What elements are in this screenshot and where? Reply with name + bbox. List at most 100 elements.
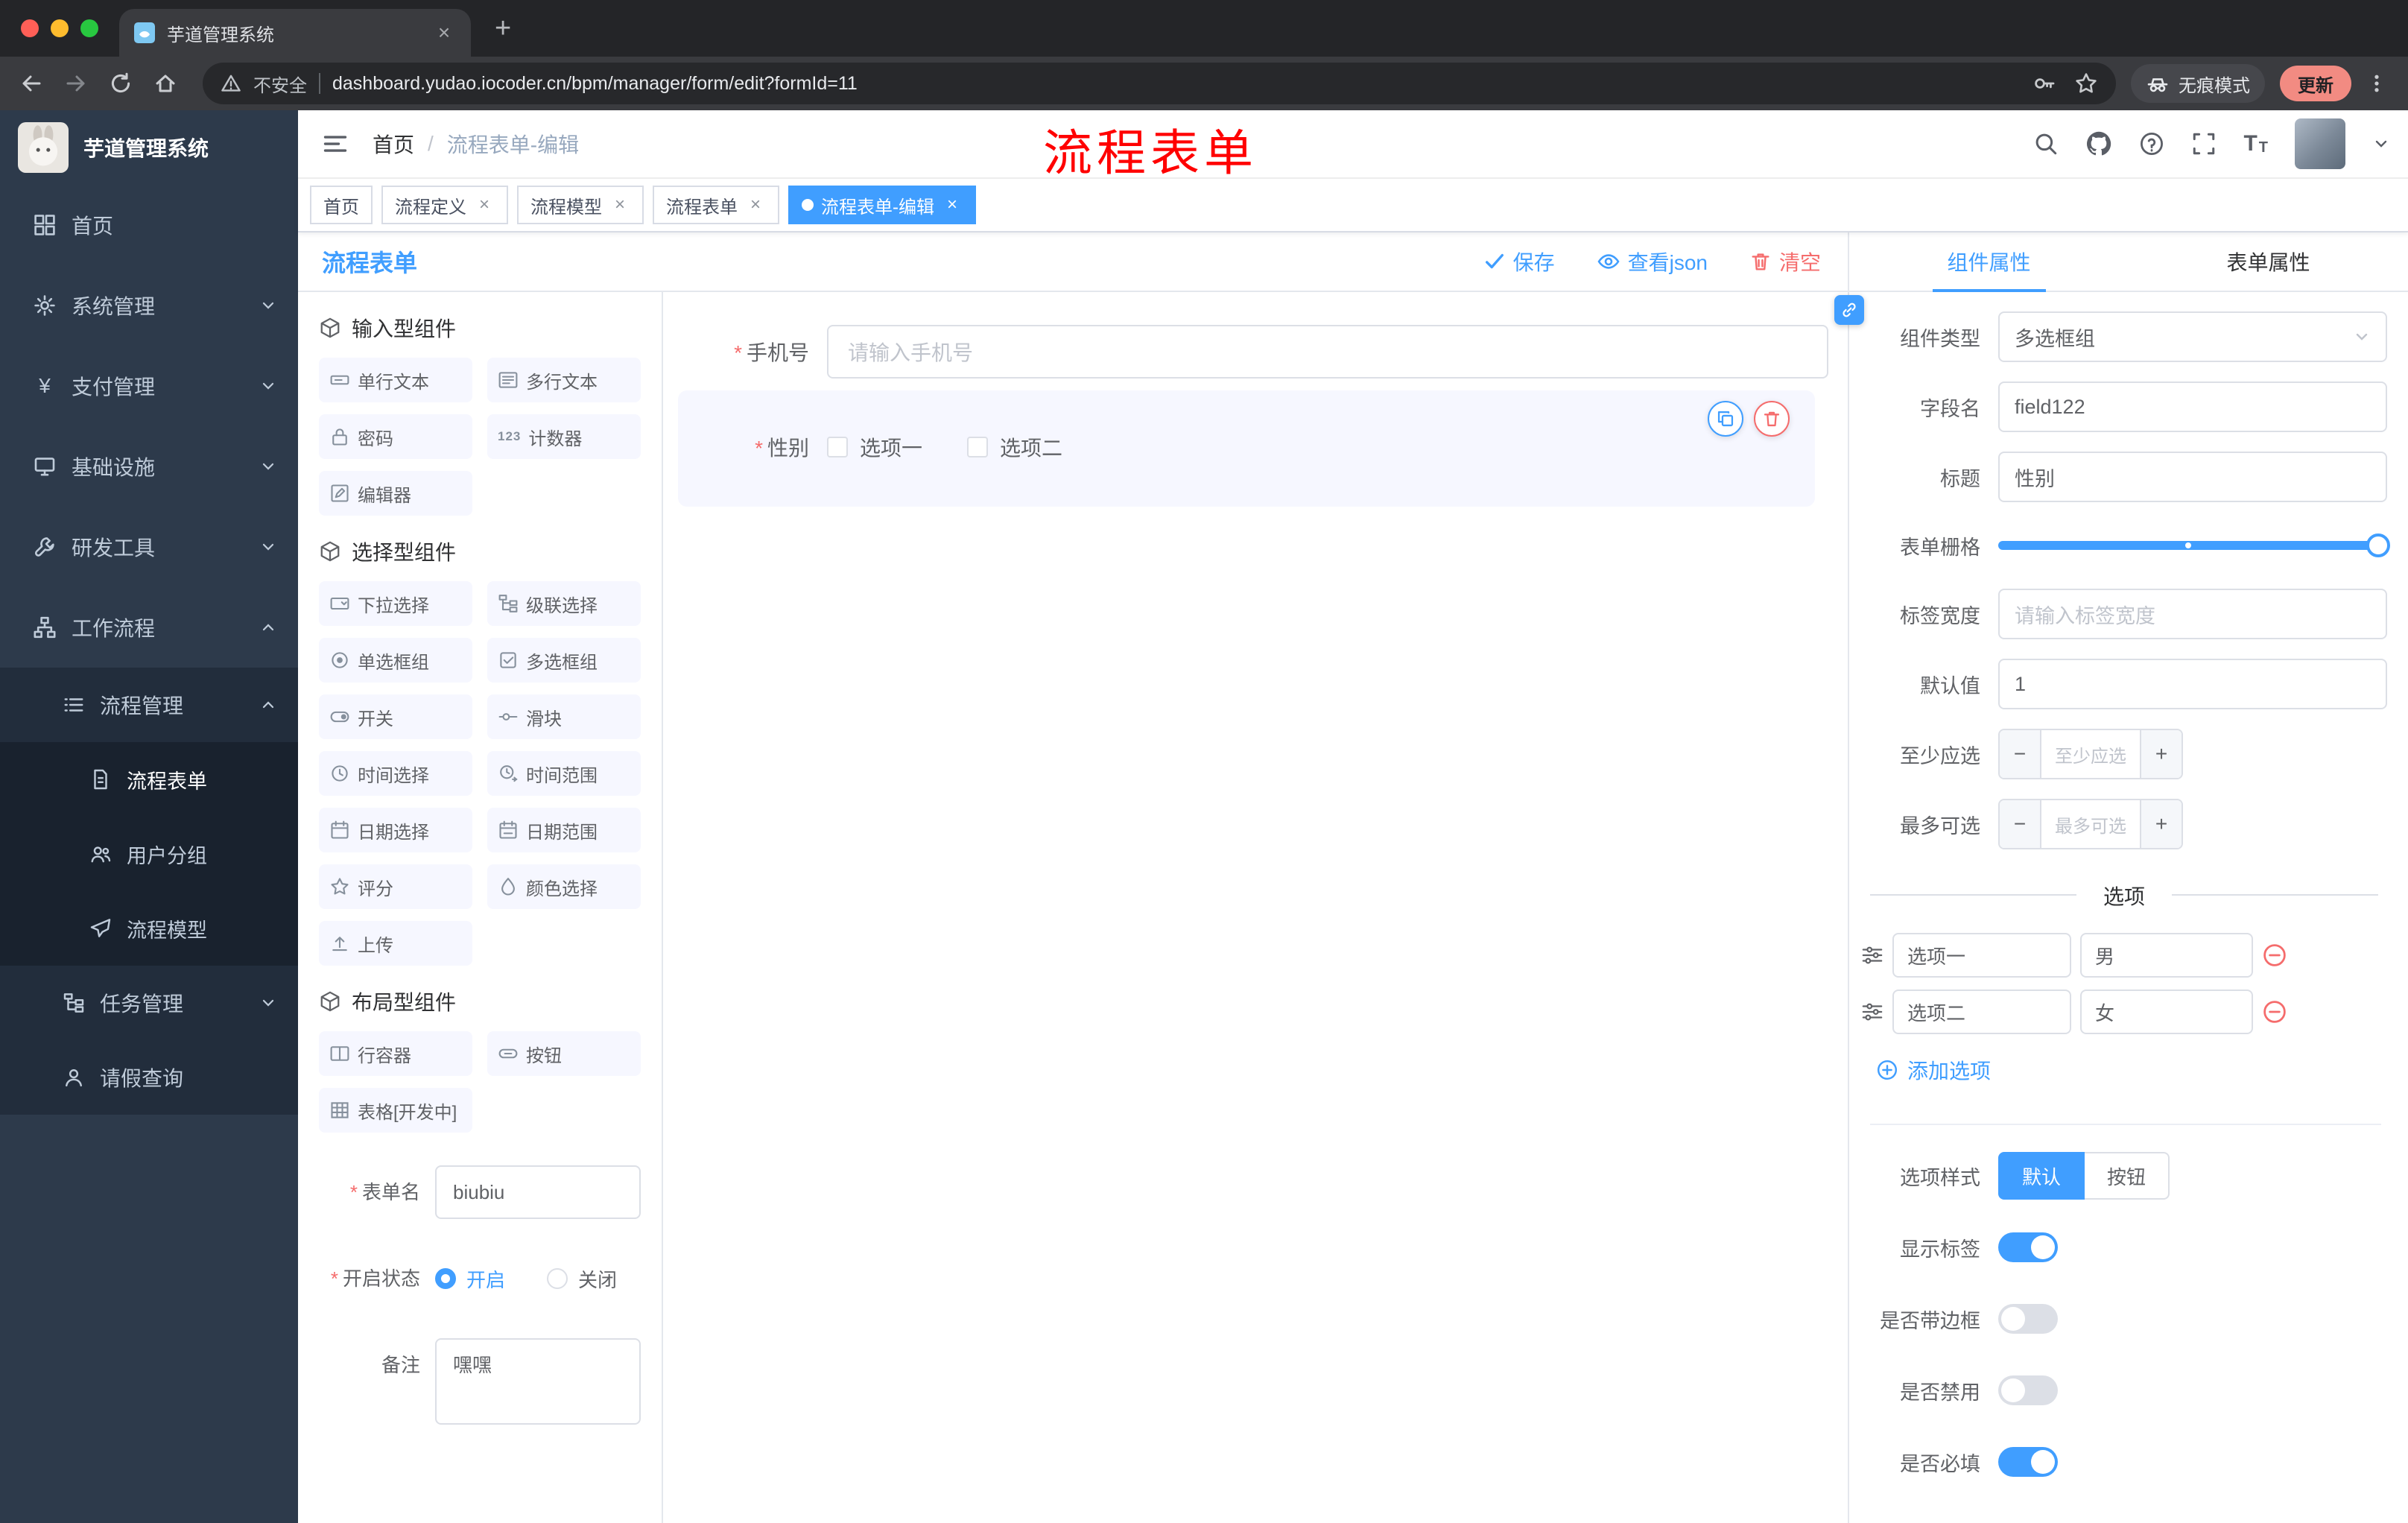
component-slider[interactable]: 滑块 <box>487 694 641 739</box>
component-password[interactable]: 密码 <box>319 414 472 459</box>
tab-component-props[interactable]: 组件属性 <box>1849 232 2129 291</box>
component-cascader[interactable]: 级联选择 <box>487 581 641 626</box>
address-bar[interactable]: 不安全 dashboard.yudao.iocoder.cn/bpm/manag… <box>203 63 2116 104</box>
min-select-stepper[interactable]: − 至少应选 + <box>1998 729 2183 779</box>
tag-close-icon[interactable]: × <box>745 194 766 215</box>
view-json-button[interactable]: 查看json <box>1597 247 1708 276</box>
option-value-input[interactable]: 女 <box>2080 990 2253 1034</box>
breadcrumb-home[interactable]: 首页 <box>373 129 414 159</box>
sidebar-item-process-management[interactable]: 流程管理 <box>0 668 298 742</box>
sidebar-item-workflow[interactable]: 工作流程 <box>0 587 298 668</box>
help-icon[interactable] <box>2139 131 2164 156</box>
gender-option-1[interactable]: 选项一 <box>827 432 922 462</box>
tag-close-icon[interactable]: × <box>942 194 963 215</box>
tag-process-definition[interactable]: 流程定义 × <box>381 186 508 224</box>
delete-widget-button[interactable] <box>1754 401 1790 437</box>
component-upload[interactable]: 上传 <box>319 921 472 966</box>
window-close-button[interactable] <box>21 19 39 37</box>
field-name-input[interactable]: field122 <box>1998 381 2387 432</box>
clear-button[interactable]: 清空 <box>1749 247 1821 276</box>
user-avatar[interactable] <box>2295 118 2345 169</box>
app-logo[interactable]: 芋道管理系统 <box>0 110 298 185</box>
bookmark-star-icon[interactable] <box>2074 72 2098 95</box>
increase-button[interactable]: + <box>2140 730 2182 778</box>
component-row-container[interactable]: 行容器 <box>319 1031 472 1076</box>
url-text[interactable]: dashboard.yudao.iocoder.cn/bpm/manager/f… <box>332 73 2021 95</box>
sidebar-item-process-model[interactable]: 流程模型 <box>0 891 298 966</box>
sidebar-item-dev-tools[interactable]: 研发工具 <box>0 507 298 587</box>
new-tab-button[interactable]: + <box>495 9 511 48</box>
component-table[interactable]: 表格[开发中] <box>319 1088 472 1133</box>
gender-widget-selected[interactable]: * 性别 选项一 选项二 <box>678 390 1815 507</box>
slider-track[interactable] <box>1998 541 2387 550</box>
home-button[interactable] <box>143 63 188 104</box>
copy-widget-button[interactable] <box>1708 401 1743 437</box>
decrease-button[interactable]: − <box>2000 730 2041 778</box>
avatar-caret-icon[interactable] <box>2372 135 2390 153</box>
tag-close-icon[interactable]: × <box>609 194 630 215</box>
sidebar-item-home[interactable]: 首页 <box>0 185 298 265</box>
disabled-switch[interactable] <box>1998 1375 2058 1405</box>
phone-input[interactable]: 请输入手机号 <box>827 325 1828 379</box>
gender-option-2[interactable]: 选项二 <box>967 432 1062 462</box>
status-on-radio[interactable]: 开启 <box>435 1265 505 1293</box>
component-time-picker[interactable]: 时间选择 <box>319 751 472 796</box>
component-single-line-text[interactable]: 单行文本 <box>319 358 472 402</box>
sidebar-item-payment[interactable]: ¥ 支付管理 <box>0 346 298 426</box>
drag-handle-icon[interactable] <box>1861 944 1883 966</box>
default-value-input[interactable]: 1 <box>1998 659 2387 709</box>
form-grid-slider[interactable] <box>1998 522 2390 569</box>
component-date-picker[interactable]: 日期选择 <box>319 808 472 852</box>
option-label-input[interactable]: 选项二 <box>1892 990 2071 1034</box>
window-zoom-button[interactable] <box>80 19 98 37</box>
link-anchor-button[interactable] <box>1834 295 1864 325</box>
component-button[interactable]: 按钮 <box>487 1031 641 1076</box>
style-button-button[interactable]: 按钮 <box>2085 1152 2170 1200</box>
component-time-range[interactable]: 时间范围 <box>487 751 641 796</box>
border-switch[interactable] <box>1998 1304 2058 1334</box>
fullscreen-icon[interactable] <box>2191 131 2217 156</box>
checkbox-icon[interactable] <box>827 437 848 457</box>
tag-process-form-edit[interactable]: 流程表单-编辑 × <box>788 186 976 224</box>
sidebar-item-leave-query[interactable]: 请假查询 <box>0 1040 298 1115</box>
sidebar-item-system[interactable]: 系统管理 <box>0 265 298 346</box>
browser-update-button[interactable]: 更新 <box>2280 66 2351 101</box>
option-value-input[interactable]: 男 <box>2080 933 2253 978</box>
title-input[interactable]: 性别 <box>1998 452 2387 502</box>
component-counter[interactable]: 123 计数器 <box>487 414 641 459</box>
component-switch[interactable]: 开关 <box>319 694 472 739</box>
security-label[interactable]: 不安全 <box>253 71 307 97</box>
label-width-input[interactable]: 请输入标签宽度 <box>1998 589 2387 639</box>
min-select-value[interactable]: 至少应选 <box>2041 730 2140 778</box>
forward-button[interactable] <box>54 63 98 104</box>
password-key-icon[interactable] <box>2032 72 2056 95</box>
tab-close-icon[interactable]: × <box>432 21 456 45</box>
tab-form-props[interactable]: 表单属性 <box>2129 232 2408 291</box>
component-textarea[interactable]: 多行文本 <box>487 358 641 402</box>
tag-home[interactable]: 首页 <box>310 186 373 224</box>
remove-option-button[interactable] <box>2262 999 2287 1025</box>
add-option-button[interactable]: 添加选项 <box>1876 1055 2387 1085</box>
required-switch[interactable] <box>1998 1447 2058 1477</box>
drag-handle-icon[interactable] <box>1861 1001 1883 1023</box>
sidebar-item-user-group[interactable]: 用户分组 <box>0 817 298 891</box>
decrease-button[interactable]: − <box>2000 800 2041 848</box>
component-select[interactable]: 下拉选择 <box>319 581 472 626</box>
show-label-switch[interactable] <box>1998 1232 2058 1262</box>
browser-tab[interactable]: 芋道管理系统 × <box>119 9 471 57</box>
component-editor[interactable]: 编辑器 <box>319 471 472 516</box>
status-off-radio[interactable]: 关闭 <box>547 1265 617 1293</box>
sidebar-collapse-button[interactable] <box>322 130 349 157</box>
sidebar-item-infrastructure[interactable]: 基础设施 <box>0 426 298 507</box>
form-canvas[interactable]: * 手机号 请输入手机号 * 性别 选项一 选项二 <box>663 292 1848 1523</box>
checkbox-icon[interactable] <box>967 437 989 457</box>
style-default-button[interactable]: 默认 <box>1998 1152 2085 1200</box>
search-icon[interactable] <box>2033 131 2059 156</box>
increase-button[interactable]: + <box>2140 800 2182 848</box>
sidebar-item-process-form[interactable]: 流程表单 <box>0 742 298 817</box>
github-icon[interactable] <box>2085 130 2112 157</box>
form-name-input[interactable]: biubiu <box>435 1165 641 1219</box>
browser-menu-icon[interactable] <box>2360 72 2393 95</box>
max-select-value[interactable]: 最多可选 <box>2041 800 2140 848</box>
component-date-range[interactable]: 日期范围 <box>487 808 641 852</box>
